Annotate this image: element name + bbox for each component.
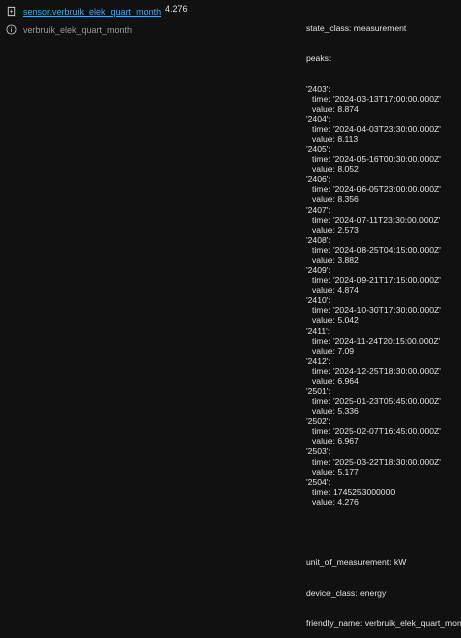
peak-time: time: '2024-10-30T17:30:00.000Z': [312, 305, 441, 316]
entity-id-row[interactable]: sensor.verbruik_elek_quart_month: [6, 4, 161, 19]
peak-time: time: '2025-03-22T18:30:00.000Z': [312, 456, 441, 467]
peak-value: value: 5.042: [312, 315, 359, 326]
entity-friendly-name: verbruik_elek_quart_month: [23, 24, 133, 35]
peak-time: time: '2025-02-07T16:45:00.000Z': [312, 426, 441, 437]
attr-friendly-name: friendly_name: verbruik_elek_quart_month: [306, 617, 461, 628]
peak-key: '2408':: [306, 234, 331, 245]
peak-time: time: '2024-11-24T20:15:00.000Z': [312, 335, 441, 346]
attr-unit: unit_of_measurement: kW: [306, 557, 407, 568]
attr-spacer: [306, 527, 458, 537]
peak-key: '2411':: [306, 325, 331, 336]
peak-key: '2406':: [306, 174, 331, 185]
peak-time: time: '2024-08-25T04:15:00.000Z': [312, 244, 441, 255]
peak-value: value: 4.874: [312, 285, 359, 296]
peak-key: '2403':: [306, 83, 331, 94]
peak-key: '2503':: [306, 446, 331, 457]
peak-key: '2410':: [306, 295, 331, 306]
peak-value: value: 2.573: [312, 224, 359, 235]
entity-column: sensor.verbruik_elek_quart_month verbrui…: [6, 4, 161, 40]
peak-key: '2407':: [306, 204, 331, 215]
peak-value: value: 8.113: [312, 134, 359, 145]
peak-time: time: '2024-12-25T18:30:00.000Z': [312, 365, 441, 376]
peak-value: value: 3.882: [312, 254, 359, 265]
attr-state-class: state_class: measurement: [306, 23, 407, 34]
peak-time: time: '2024-04-03T23:30:00.000Z': [312, 123, 441, 134]
attr-peaks-header: peaks:: [306, 53, 332, 64]
peak-key: '2501':: [306, 385, 331, 396]
entity-state: 4.276: [165, 4, 188, 14]
peak-key: '2409':: [306, 265, 331, 276]
peaks-list: '2403': time: '2024-03-13T17:00:00.000Z' v…: [306, 84, 458, 507]
peak-value: value: 5.177: [312, 466, 359, 477]
peak-value: value: 7.09: [312, 345, 355, 356]
peak-time: time: '2025-01-23T05:45:00.000Z': [312, 396, 441, 407]
info-icon[interactable]: [6, 24, 17, 35]
peak-value: value: 8.052: [312, 164, 359, 175]
peak-time: time: '2024-05-16T00:30:00.000Z': [312, 154, 441, 165]
peak-value: value: 4.276: [312, 496, 359, 507]
peak-value: value: 8.874: [312, 103, 359, 114]
peak-value: value: 5.336: [312, 406, 359, 417]
peak-value: value: 6.964: [312, 375, 359, 386]
peak-key: '2405':: [306, 144, 331, 155]
attributes-panel: state_class: measurement peaks: '2403': t…: [306, 3, 461, 638]
peak-time: time: 1745253000000: [312, 486, 396, 497]
peak-time: time: '2024-03-13T17:00:00.000Z': [312, 93, 441, 104]
peak-time: time: '2024-09-21T17:15:00.000Z': [312, 275, 441, 286]
peak-key: '2412':: [306, 355, 331, 366]
peak-value: value: 6.967: [312, 436, 359, 447]
lightning-icon: [6, 6, 17, 17]
attr-device-class: device_class: energy: [306, 587, 387, 598]
peak-key: '2404':: [306, 113, 331, 124]
peak-key: '2504':: [306, 476, 331, 487]
peak-time: time: '2024-06-05T23:00:00.000Z': [312, 184, 441, 195]
peak-time: time: '2024-07-11T23:30:00.000Z': [312, 214, 441, 225]
friendly-name-row: verbruik_elek_quart_month: [6, 22, 156, 37]
peak-key: '2502':: [306, 416, 331, 427]
peak-value: value: 8.356: [312, 194, 359, 205]
entity-id-link[interactable]: sensor.verbruik_elek_quart_month: [23, 7, 161, 17]
